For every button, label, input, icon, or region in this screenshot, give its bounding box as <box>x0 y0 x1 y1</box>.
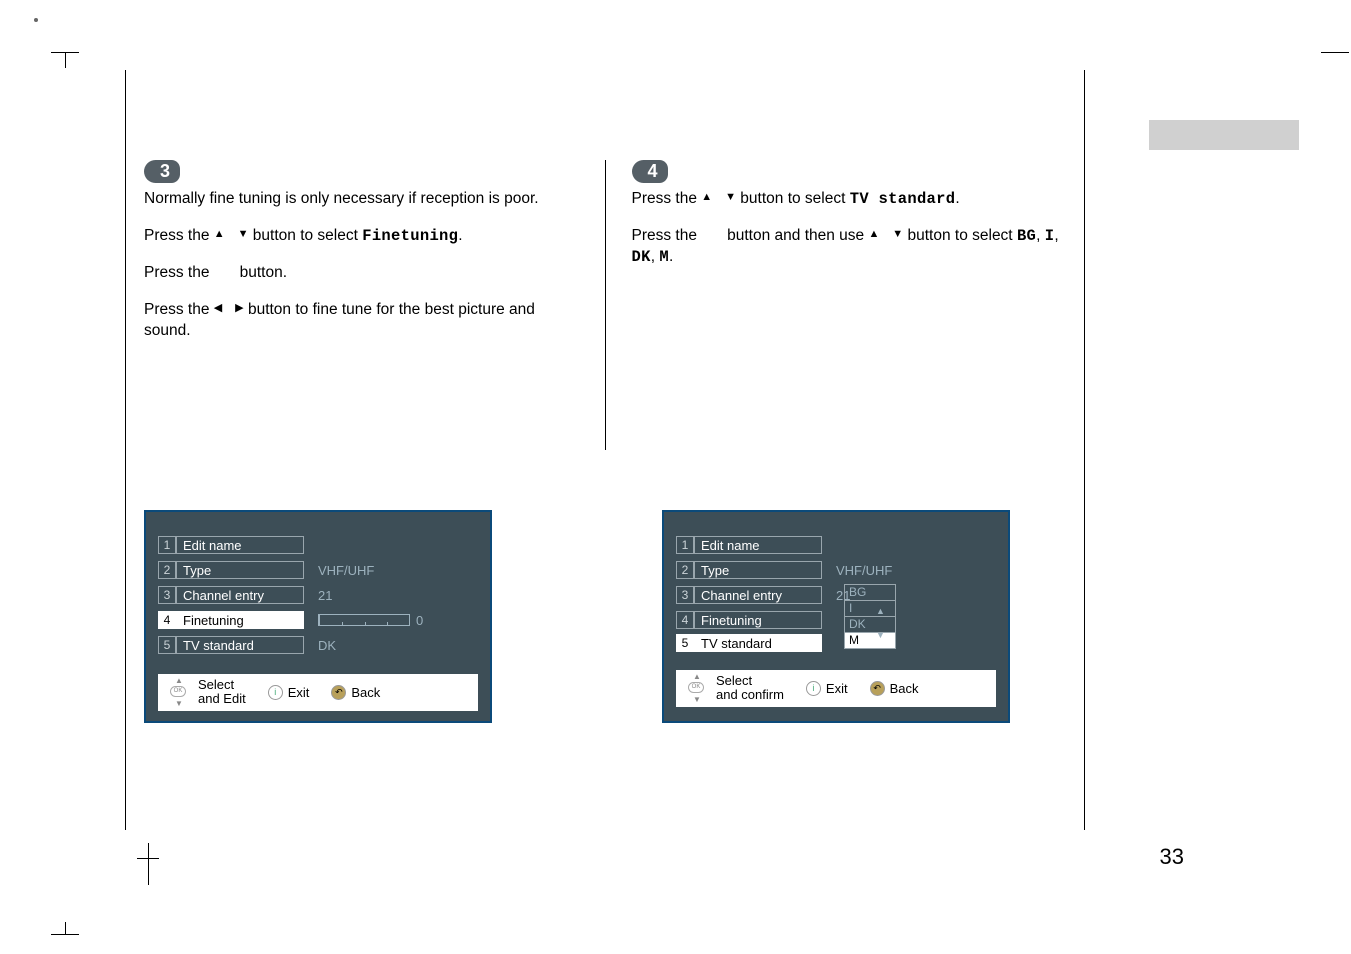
step-4-column: 4 Press the ▲ ▼ button to select TV stan… <box>606 160 1067 450</box>
crop-mark <box>51 40 79 68</box>
step-badge-3: 3 <box>144 160 180 183</box>
osd-item-edit-name: 1 Edit name <box>158 534 478 556</box>
osd-item-type: 2 Type VHF/UHF <box>676 559 996 581</box>
registration-dot <box>34 18 38 22</box>
osd-item-tv-standard: 5 TV standard BG I DK M <box>676 634 996 652</box>
footer-back: ↶Back <box>331 685 380 700</box>
osd-item-channel-entry: 3 Channel entry 21 <box>158 584 478 606</box>
manual-page: 3 Normally fine tuning is only necessary… <box>125 70 1085 830</box>
triangle-down-icon: ▼ <box>892 227 903 242</box>
triangle-left-icon: ◀ <box>214 301 222 316</box>
osd-footer: ▲▼OK Select and Edit iExit ↶Back <box>158 674 478 711</box>
crop-mark <box>51 922 79 950</box>
footer-exit: iExit <box>806 681 848 696</box>
triangle-up-icon: ▲ <box>868 227 879 242</box>
section-tab <box>1149 120 1299 150</box>
finetuning-slider: 0 <box>318 613 423 628</box>
nav-pad-icon: ▲▼OK <box>682 674 710 702</box>
osd-tv-standard: 1 Edit name 2 Type VHF/UHF 3 Channel ent… <box>662 510 1010 723</box>
osd-item-finetuning: 4 Finetuning <box>676 609 996 631</box>
triangle-down-icon: ▼ <box>238 227 249 242</box>
page-number: 33 <box>1160 844 1184 870</box>
osd-item-type: 2 Type VHF/UHF <box>158 559 478 581</box>
footer-select-label: Select and confirm <box>716 674 784 703</box>
step-3-line-2: Press the ▲ ▼ button to select Finetunin… <box>144 226 579 247</box>
triangle-up-icon: ▲ <box>701 190 712 205</box>
info-icon: i <box>268 685 283 700</box>
osd-item-tv-standard: 5 TV standard DK <box>158 634 478 656</box>
osd-finetuning: 1 Edit name 2 Type VHF/UHF 3 Channel ent… <box>144 510 492 723</box>
osd-row: 1 Edit name 2 Type VHF/UHF 3 Channel ent… <box>126 510 1084 723</box>
instruction-columns: 3 Normally fine tuning is only necessary… <box>126 70 1084 450</box>
osd-menu-list: 1 Edit name 2 Type VHF/UHF 3 Channel ent… <box>158 534 478 656</box>
triangle-up-icon: ▲ <box>876 606 885 616</box>
osd-item-edit-name: 1 Edit name <box>676 534 996 556</box>
osd-footer: ▲▼OK Select and confirm iExit ↶Back <box>676 670 996 707</box>
back-icon: ↶ <box>331 685 346 700</box>
option-stack: BG I DK M <box>844 584 896 649</box>
footer-exit: iExit <box>268 685 310 700</box>
footer-select-label: Select and Edit <box>198 678 246 707</box>
step-3-line-1: Normally fine tuning is only necessary i… <box>144 189 579 210</box>
triangle-down-icon: ▼ <box>876 630 885 640</box>
tv-standard-options: BG I DK M <box>844 584 896 649</box>
step-4-line-1: Press the ▲ ▼ button to select TV standa… <box>632 189 1067 210</box>
step-3-text: Normally fine tuning is only necessary i… <box>144 189 579 342</box>
step-badge-4: 4 <box>632 160 668 183</box>
triangle-up-icon: ▲ <box>214 227 225 242</box>
footer-back: ↶Back <box>870 681 919 696</box>
back-icon: ↶ <box>870 681 885 696</box>
osd-item-finetuning: 4 Finetuning 0 <box>158 609 478 631</box>
step-4-text: Press the ▲ ▼ button to select TV standa… <box>632 189 1067 268</box>
step-3-line-4: Press the ◀ ▶ button to fine tune for th… <box>144 300 579 342</box>
info-icon: i <box>806 681 821 696</box>
step-3-column: 3 Normally fine tuning is only necessary… <box>144 160 606 450</box>
osd-menu-list: 1 Edit name 2 Type VHF/UHF 3 Channel ent… <box>676 534 996 652</box>
nav-pad-icon: ▲▼OK <box>164 678 192 706</box>
gutter-mark <box>148 843 149 885</box>
triangle-right-icon: ▶ <box>235 301 243 316</box>
osd-item-channel-entry: 3 Channel entry 21 <box>676 584 996 606</box>
step-4-line-2: Press the button and then use ▲ ▼ button… <box>632 226 1067 268</box>
osd-spacer <box>544 510 610 723</box>
step-3-line-3: Press the button. <box>144 263 579 284</box>
crop-mark <box>1321 40 1349 68</box>
triangle-down-icon: ▼ <box>725 190 736 205</box>
